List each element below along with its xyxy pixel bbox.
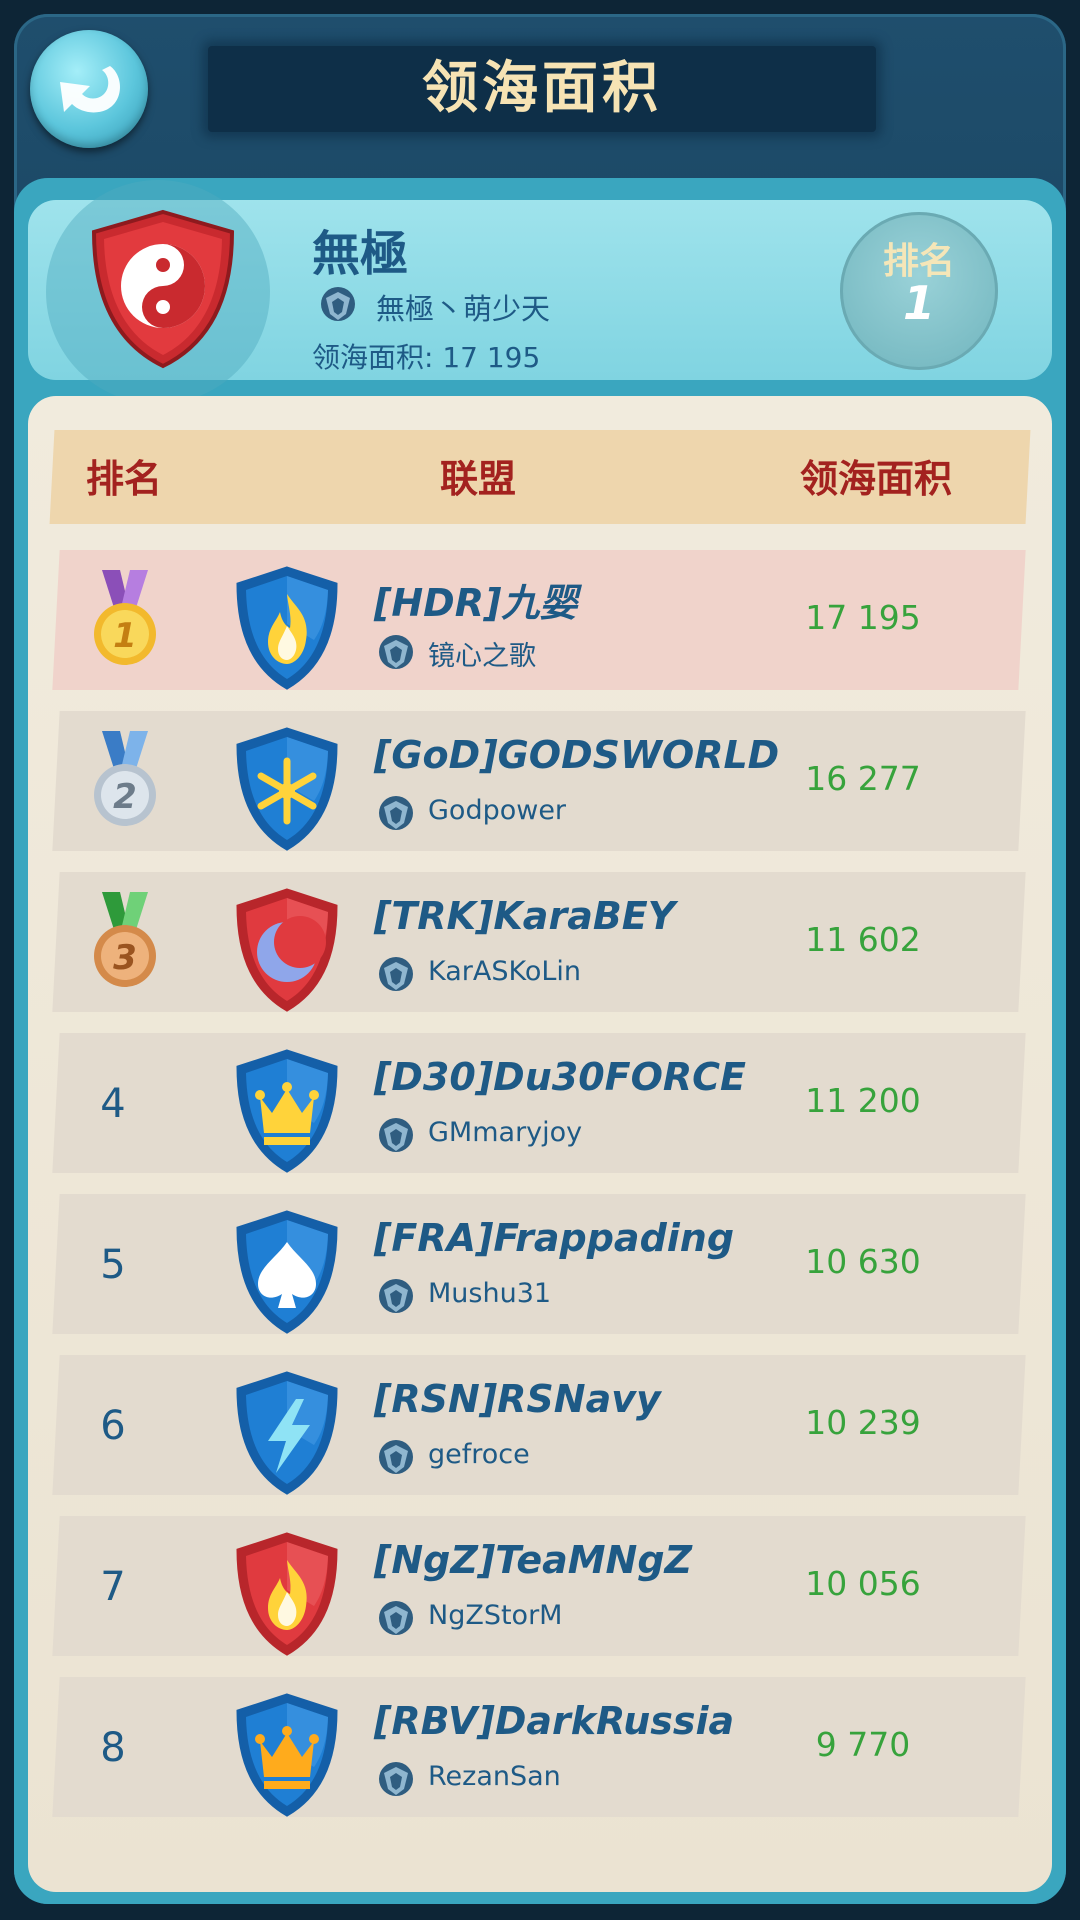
my-alliance-area: 领海面积: 17 195 xyxy=(312,341,541,374)
lightning-shield-blue-icon xyxy=(234,1369,340,1501)
yin-yang-shield-icon xyxy=(91,209,235,369)
leader-helmet-icon xyxy=(376,1115,416,1159)
table-row[interactable]: 6 [RSN]RSNavy gefroce 10 239 xyxy=(0,1355,1080,1495)
back-button[interactable] xyxy=(30,30,148,148)
alliance-name: [NgZ]TeaMNgZ xyxy=(374,1538,693,1582)
area-value: 10 056 xyxy=(805,1564,921,1603)
leader-name: KarASKoLin xyxy=(428,956,582,987)
header-area: 领海面积 xyxy=(800,457,953,501)
leader-name: gefroce xyxy=(428,1439,530,1470)
silver-medal-icon: 2 xyxy=(90,729,160,837)
header-alliance: 联盟 xyxy=(440,457,517,501)
spade-shield-blue-icon xyxy=(234,1208,340,1340)
area-value: 16 277 xyxy=(805,759,921,798)
area-value: 10 239 xyxy=(805,1403,921,1442)
alliance-name: [D30]Du30FORCE xyxy=(374,1055,747,1099)
leader-name: GMmaryjoy xyxy=(428,1117,583,1148)
leader-helmet-icon xyxy=(376,793,416,837)
svg-text:1: 1 xyxy=(113,616,137,656)
leader-name: 镜心之歌 xyxy=(428,641,536,672)
leader-helmet-icon xyxy=(376,1759,416,1803)
my-rank-value: 1 xyxy=(902,276,935,330)
gold-medal-icon: 1 xyxy=(90,568,160,676)
crown-shield-blue-icon xyxy=(234,1047,340,1179)
snowflake-shield-blue-icon xyxy=(234,725,340,857)
area-value: 17 195 xyxy=(805,598,921,637)
fire-shield-blue-icon xyxy=(234,564,340,696)
leader-name: Godpower xyxy=(428,795,567,826)
table-row[interactable]: 2 [GoD]GODSWORLD Godpower 16 277 xyxy=(0,711,1080,851)
my-alliance-name: 無極 xyxy=(312,226,409,282)
alliance-name: [RSN]RSNavy xyxy=(374,1377,661,1421)
area-value: 10 630 xyxy=(805,1242,921,1281)
rank-number: 6 xyxy=(100,1403,126,1449)
alliance-name: [RBV]DarkRussia xyxy=(374,1699,735,1743)
table-row[interactable]: 5 [FRA]Frappading Mushu31 10 630 xyxy=(0,1194,1080,1334)
table-row[interactable]: 3 [TRK]KaraBEY KarASKoLin 11 602 xyxy=(0,872,1080,1012)
rank-number: 4 xyxy=(100,1081,126,1127)
leader-helmet-icon xyxy=(376,1437,416,1481)
rank-number: 8 xyxy=(100,1725,126,1771)
leader-helmet-icon xyxy=(376,954,416,998)
leader-helmet-icon xyxy=(376,1598,416,1642)
back-arrow-icon xyxy=(60,66,121,113)
area-value: 11 200 xyxy=(805,1081,921,1120)
svg-text:3: 3 xyxy=(113,938,137,978)
leader-name: Mushu31 xyxy=(428,1278,552,1309)
leader-helmet-icon xyxy=(376,1276,416,1320)
table-row[interactable]: 1 [HDR]九婴 镜心之歌 17 195 xyxy=(0,550,1080,690)
my-alliance-leader: 無極丶萌少天 xyxy=(376,292,551,326)
header-rank: 排名 xyxy=(86,457,163,501)
fire-shield-red-icon xyxy=(234,1530,340,1662)
bronze-medal-icon: 3 xyxy=(90,890,160,998)
alliance-name: [HDR]九婴 xyxy=(374,581,578,625)
table-row[interactable]: 8 [RBV]DarkRussia RezanSan 9 770 xyxy=(0,1677,1080,1817)
svg-text:2: 2 xyxy=(113,777,137,817)
rank-number: 7 xyxy=(100,1564,126,1610)
leader-name: NgZStorM xyxy=(428,1600,563,1631)
moon-shield-red-icon xyxy=(234,886,340,1018)
crown-shield-blue-orange-icon xyxy=(234,1691,340,1823)
area-value: 9 770 xyxy=(815,1725,911,1764)
leader-helmet-icon xyxy=(376,632,416,676)
table-row[interactable]: 7 [NgZ]TeaMNgZ NgZStorM 10 056 xyxy=(0,1516,1080,1656)
page-title: 领海面积 xyxy=(422,56,662,121)
alliance-name: [GoD]GODSWORLD xyxy=(374,733,780,777)
alliance-name: [TRK]KaraBEY xyxy=(374,894,676,938)
rank-number: 5 xyxy=(100,1242,126,1288)
alliance-name: [FRA]Frappading xyxy=(374,1216,735,1260)
area-value: 11 602 xyxy=(805,920,921,959)
leader-name: RezanSan xyxy=(428,1761,561,1792)
table-row[interactable]: 4 [D30]Du30FORCE GMmaryjoy 11 200 xyxy=(0,1033,1080,1173)
leader-helmet-icon xyxy=(321,287,355,321)
